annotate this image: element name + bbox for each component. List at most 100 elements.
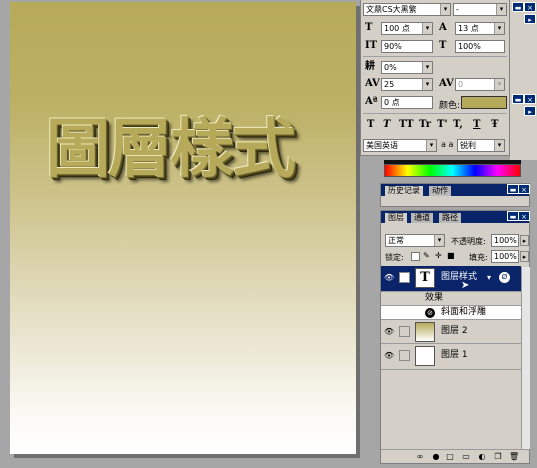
chevron-down-icon[interactable]: ▾ bbox=[487, 273, 491, 282]
menu-arrow-icon[interactable]: ▸ bbox=[524, 106, 536, 116]
brush-icon[interactable] bbox=[399, 272, 410, 283]
chevron-down-icon[interactable]: ▾ bbox=[440, 4, 450, 15]
chevron-down-icon[interactable]: ▾ bbox=[494, 23, 504, 34]
chevron-down-icon[interactable]: ▾ bbox=[494, 140, 504, 151]
eye-icon[interactable]: 👁 bbox=[384, 351, 394, 361]
effects-label: 效果 bbox=[425, 293, 444, 303]
subscript-button[interactable]: T, bbox=[453, 119, 463, 131]
fill-input[interactable]: 100% bbox=[491, 250, 519, 263]
vertical-scale-input[interactable]: 90% bbox=[381, 40, 433, 53]
minimize-icon[interactable]: ▬ bbox=[512, 94, 524, 104]
blend-mode-select[interactable]: 正常 ▾ bbox=[385, 234, 445, 247]
color-label: 颜色: bbox=[439, 101, 461, 111]
language-select[interactable]: 美国英语 ▾ bbox=[363, 139, 437, 152]
faux-italic-button[interactable]: T bbox=[383, 119, 390, 131]
format-buttons: T T TT Tr T' T, T Ŧ bbox=[367, 119, 507, 133]
chevron-down-icon[interactable]: ▾ bbox=[422, 79, 432, 90]
divider bbox=[363, 56, 507, 57]
chevron-down-icon[interactable]: ▾ bbox=[422, 23, 432, 34]
move-icon[interactable]: ✛ bbox=[435, 251, 442, 260]
blend-mode-value: 正常 bbox=[388, 236, 404, 245]
tab-layers[interactable]: 图层 bbox=[385, 213, 407, 223]
lock-label: 锁定: bbox=[385, 253, 404, 262]
faux-bold-button[interactable]: T bbox=[367, 119, 374, 131]
tracking-input[interactable]: 25 ▾ bbox=[381, 78, 433, 91]
close-icon[interactable]: × bbox=[524, 94, 536, 104]
fill-label: 填充: bbox=[469, 253, 488, 262]
layer-row[interactable]: 👁 图层 1 bbox=[381, 344, 521, 370]
trash-icon[interactable]: 🗑 bbox=[509, 452, 519, 462]
layer-style-icon[interactable]: Ø bbox=[499, 272, 510, 283]
scrollbar[interactable] bbox=[521, 267, 530, 449]
tab-channels[interactable]: 通道 bbox=[411, 213, 433, 223]
chevron-down-icon[interactable]: ▾ bbox=[496, 4, 506, 15]
font-style-select[interactable]: - ▾ bbox=[453, 3, 507, 16]
strikethrough-button[interactable]: Ŧ bbox=[491, 119, 498, 131]
eye-icon[interactable]: 👁 bbox=[384, 327, 394, 337]
chevron-down-icon[interactable]: ▾ bbox=[422, 62, 432, 73]
brush-icon[interactable]: ✎ bbox=[423, 251, 430, 260]
link-icon[interactable]: ∞ bbox=[415, 452, 425, 462]
new-layer-icon[interactable]: ❐ bbox=[493, 452, 503, 462]
add-style-icon[interactable]: ● bbox=[431, 452, 441, 462]
close-icon[interactable]: × bbox=[518, 184, 530, 194]
kerning-icon: AV bbox=[439, 78, 454, 89]
superscript-button[interactable]: T' bbox=[437, 119, 448, 131]
layer-name[interactable]: 图层样式 bbox=[441, 272, 477, 283]
antialias-value: 锐利 bbox=[460, 141, 476, 150]
layer-row[interactable]: 👁 T 图层样式 ▾ Ø ➤ bbox=[381, 266, 521, 292]
document-canvas[interactable]: 圖層樣式 bbox=[10, 2, 356, 454]
small-caps-button[interactable]: Tr bbox=[419, 119, 431, 131]
font-size-input[interactable]: 100 点 ▾ bbox=[381, 22, 433, 35]
effect-row[interactable]: ⊘ 斜面和浮雕 bbox=[381, 306, 521, 320]
link-icon[interactable] bbox=[399, 326, 410, 337]
font-family-value: 文鼎CS大黑繁 bbox=[366, 5, 417, 14]
chevron-down-icon[interactable]: ▾ bbox=[426, 140, 436, 151]
layer-name[interactable]: 图层 2 bbox=[441, 326, 468, 337]
eye-icon[interactable]: 👁 bbox=[384, 273, 394, 283]
link-icon[interactable] bbox=[399, 350, 410, 361]
baseline-shift-icon: Aª bbox=[365, 96, 378, 107]
close-icon[interactable]: × bbox=[518, 211, 530, 221]
add-mask-icon[interactable]: □ bbox=[445, 452, 455, 462]
font-size-value: 100 点 bbox=[384, 24, 410, 33]
layer-name[interactable]: 图层 1 bbox=[441, 350, 468, 361]
layer-thumbnail bbox=[415, 346, 435, 366]
close-icon[interactable]: × bbox=[524, 2, 536, 12]
character-panel: 文鼎CS大黑繁 ▾ - ▾ T 100 点 ▾ A 13 点 ▾ IT 90% T 10… bbox=[360, 0, 510, 156]
effect-visibility-icon[interactable]: ⊘ bbox=[425, 308, 435, 318]
baseline-shift-input[interactable]: 0 点 bbox=[381, 96, 433, 109]
color-swatch[interactable] bbox=[461, 96, 507, 109]
vertical-scale-icon: IT bbox=[365, 40, 378, 51]
antialias-select[interactable]: 锐利 ▾ bbox=[457, 139, 505, 152]
leading-icon: A bbox=[439, 22, 447, 33]
baseline-shift-value: 0 点 bbox=[384, 98, 400, 107]
chevron-down-icon[interactable]: ▾ bbox=[494, 79, 504, 90]
color-ramp[interactable] bbox=[384, 164, 521, 177]
new-group-icon[interactable]: ▭ bbox=[461, 452, 471, 462]
minimize-icon[interactable]: ▬ bbox=[512, 2, 524, 12]
leading-input[interactable]: 13 点 ▾ bbox=[455, 22, 505, 35]
tab-actions[interactable]: 动作 bbox=[429, 186, 451, 196]
opacity-input[interactable]: 100% bbox=[491, 234, 519, 247]
cursor-icon: ➤ bbox=[461, 280, 470, 291]
menu-arrow-icon[interactable]: ▸ bbox=[524, 14, 536, 24]
tracking-adjust-input[interactable]: 0% ▾ bbox=[381, 61, 433, 74]
effects-row[interactable]: 效果 bbox=[381, 292, 521, 306]
tab-paths[interactable]: 路径 bbox=[439, 213, 461, 223]
kerning-input[interactable]: 0 ▾ bbox=[455, 78, 505, 91]
horizontal-scale-input[interactable]: 100% bbox=[455, 40, 505, 53]
font-size-icon: T bbox=[365, 22, 373, 33]
fill-arrow-icon[interactable]: ▸ bbox=[520, 251, 529, 262]
lock-icon[interactable]: ■ bbox=[447, 251, 455, 260]
layer-row[interactable]: 👁 图层 2 bbox=[381, 320, 521, 344]
lock-transparent-checkbox[interactable] bbox=[411, 252, 420, 261]
font-family-select[interactable]: 文鼎CS大黑繁 ▾ bbox=[363, 3, 451, 16]
opacity-arrow-icon[interactable]: ▸ bbox=[520, 235, 529, 246]
adjustment-layer-icon[interactable]: ◐ bbox=[477, 452, 487, 462]
tab-history[interactable]: 历史记录 bbox=[385, 186, 423, 196]
all-caps-button[interactable]: TT bbox=[399, 119, 414, 131]
tsume-icon: 耕 bbox=[365, 61, 375, 72]
chevron-down-icon[interactable]: ▾ bbox=[434, 235, 444, 246]
underline-button[interactable]: T bbox=[473, 119, 480, 131]
